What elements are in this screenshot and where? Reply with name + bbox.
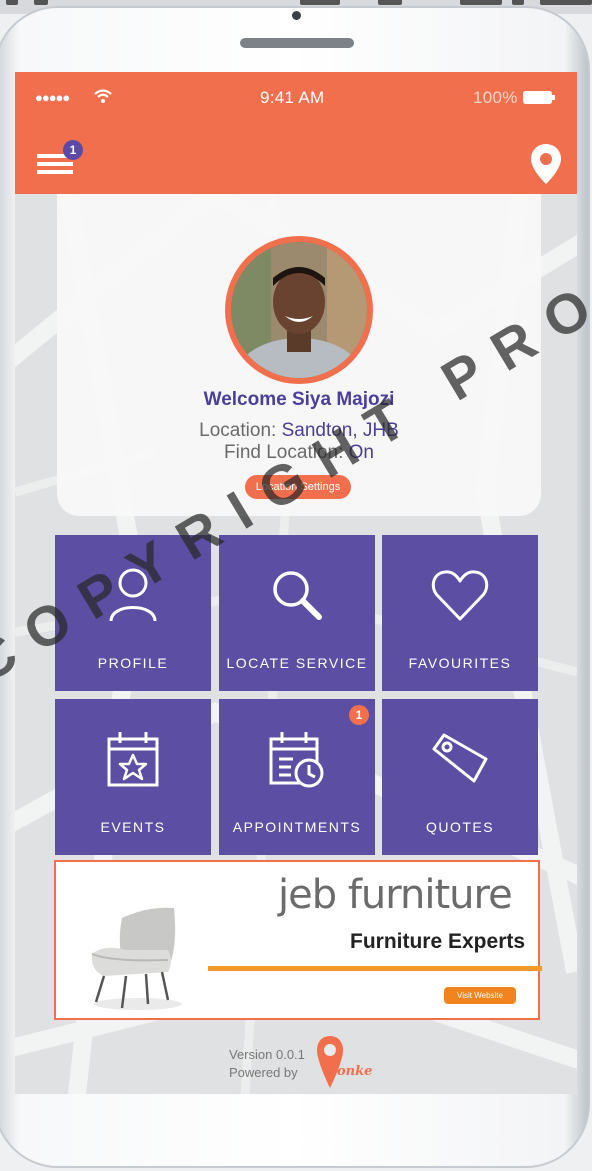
visit-website-button[interactable]: Visit Website bbox=[444, 987, 516, 1004]
menu-notification-badge: 1 bbox=[63, 140, 83, 160]
signal-icon bbox=[300, 0, 340, 5]
profile-tile-label: PROFILE bbox=[97, 655, 169, 671]
clock-text-icon bbox=[540, 0, 592, 5]
ad-brand-name: jeb furniture bbox=[278, 872, 513, 918]
appointments-tile[interactable]: 1 APPOINTMENTS bbox=[219, 699, 375, 855]
battery-text-icon bbox=[460, 0, 502, 5]
notification-icon bbox=[6, 0, 18, 5]
location-pin-icon[interactable] bbox=[529, 142, 563, 186]
powered-by-text: Powered by bbox=[229, 1065, 298, 1080]
tag-icon bbox=[432, 733, 488, 783]
vonke-pin-icon bbox=[317, 1036, 343, 1088]
version-info: Version 0.0.1 Powered by bbox=[229, 1046, 305, 1082]
version-text: Version 0.0.1 bbox=[229, 1047, 305, 1062]
vonke-logo-text: onke bbox=[337, 1064, 373, 1079]
wifi-icon bbox=[94, 89, 112, 103]
network-icon bbox=[378, 0, 402, 5]
profile-tile[interactable]: PROFILE bbox=[55, 535, 211, 691]
ad-accent-stripe bbox=[208, 966, 542, 971]
phone-camera bbox=[292, 11, 301, 20]
favourites-tile[interactable]: FAVOURITES bbox=[382, 535, 538, 691]
vonke-logo: onke bbox=[315, 1034, 373, 1090]
ad-tagline: Furniture Experts bbox=[350, 930, 526, 953]
locate-service-tile-label: LOCATE SERVICE bbox=[226, 655, 368, 671]
calendar-clock-icon bbox=[269, 732, 324, 788]
favourites-tile-label: FAVOURITES bbox=[408, 655, 512, 671]
appointments-tile-label: APPOINTMENTS bbox=[232, 819, 362, 835]
avatar bbox=[231, 242, 367, 378]
heart-icon bbox=[431, 570, 489, 621]
user-icon bbox=[109, 568, 157, 622]
quotes-tile-label: QUOTES bbox=[425, 819, 495, 835]
battery-icon bbox=[512, 0, 524, 5]
profile-card: Welcome Siya Majozi Location: Sandton, J… bbox=[57, 194, 541, 516]
quotes-tile[interactable]: QUOTES bbox=[382, 699, 538, 855]
location-line: Location: Sandton, JHB bbox=[57, 420, 541, 442]
app-header: ●●●●● 9:41 AM 100% 1 bbox=[15, 72, 577, 194]
location-value: Sandton, JHB bbox=[281, 420, 399, 441]
find-location-label: Find Location: bbox=[224, 442, 344, 463]
chair-image bbox=[91, 907, 182, 1010]
phone-speaker bbox=[240, 38, 354, 48]
ad-banner[interactable]: jeb furniture Furniture Experts Visit We… bbox=[54, 860, 542, 1020]
events-tile[interactable]: EVENTS bbox=[55, 699, 211, 855]
app-screen: ●●●●● 9:41 AM 100% 1 Welcome Siya Majozi… bbox=[15, 72, 577, 1094]
search-icon bbox=[273, 571, 322, 620]
appointments-badge: 1 bbox=[349, 705, 369, 725]
find-location-value: On bbox=[348, 442, 374, 463]
battery-icon bbox=[523, 91, 555, 104]
avatar-photo bbox=[231, 242, 367, 378]
notification-icon bbox=[34, 0, 48, 5]
locate-service-tile[interactable]: LOCATE SERVICE bbox=[219, 535, 375, 691]
events-tile-label: EVENTS bbox=[100, 819, 166, 835]
status-time: 9:41 AM bbox=[260, 88, 325, 107]
battery-percent: 100% bbox=[473, 88, 518, 107]
find-location-line: Find Location: On bbox=[57, 442, 541, 464]
location-settings-button[interactable]: Location Settings bbox=[245, 475, 351, 499]
calendar-star-icon bbox=[107, 732, 159, 787]
signal-dots: ●●●●● bbox=[35, 90, 70, 105]
location-label: Location: bbox=[199, 420, 277, 441]
welcome-text: Welcome Siya Majozi bbox=[203, 389, 395, 410]
